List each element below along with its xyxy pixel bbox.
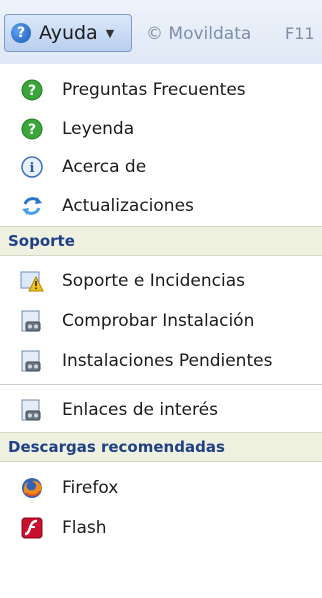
svg-text:?: ? bbox=[28, 83, 36, 99]
warning-icon bbox=[20, 271, 44, 292]
svg-text:i: i bbox=[30, 161, 35, 176]
menu-item-label: Acerca de bbox=[62, 157, 147, 177]
green-question-icon: ? bbox=[21, 118, 43, 140]
menu-item-faq[interactable]: ? Preguntas Frecuentes bbox=[0, 70, 322, 110]
menu-item-label: Actualizaciones bbox=[62, 196, 194, 216]
help-menu-label: Ayuda bbox=[39, 22, 98, 44]
section-header-downloads: Descargas recomendadas bbox=[0, 432, 322, 462]
menu-item-check-install[interactable]: Comprobar Instalación bbox=[0, 301, 322, 341]
menu-item-label: Preguntas Frecuentes bbox=[62, 80, 246, 100]
f11-shortcut: F11 bbox=[285, 24, 315, 43]
section-title: Soporte bbox=[8, 232, 75, 250]
svg-text:?: ? bbox=[28, 122, 36, 138]
chevron-down-icon: ▼ bbox=[105, 26, 115, 40]
menu-item-label: Enlaces de interés bbox=[62, 400, 218, 420]
menu-item-legend[interactable]: ? Leyenda bbox=[0, 109, 322, 149]
menu-separator bbox=[0, 384, 322, 385]
menu-item-updates[interactable]: Actualizaciones bbox=[0, 186, 322, 226]
menu-item-label: Leyenda bbox=[62, 119, 135, 139]
menu-item-label: Comprobar Instalación bbox=[62, 311, 255, 331]
menu-item-label: Firefox bbox=[62, 478, 119, 498]
green-question-icon: ? bbox=[21, 79, 43, 101]
section-header-support: Soporte bbox=[0, 226, 322, 256]
menu-item-label: Soporte e Incidencias bbox=[62, 271, 245, 291]
menu-item-links[interactable]: Enlaces de interés bbox=[0, 390, 322, 430]
info-icon: i bbox=[21, 156, 43, 178]
menu-item-label: Instalaciones Pendientes bbox=[62, 351, 273, 371]
section-title: Descargas recomendadas bbox=[8, 438, 225, 456]
menu-item-support-incidents[interactable]: Soporte e Incidencias bbox=[0, 261, 322, 301]
menu-item-pending-installs[interactable]: Instalaciones Pendientes bbox=[0, 341, 322, 381]
installer-icon bbox=[21, 350, 41, 372]
menu-item-label: Flash bbox=[62, 518, 107, 538]
installer-icon bbox=[21, 399, 41, 421]
refresh-icon bbox=[22, 197, 42, 215]
toolbar: ? Ayuda ▼ © Movildata F11 bbox=[0, 0, 322, 65]
flash-icon bbox=[21, 517, 43, 539]
installer-icon bbox=[21, 310, 41, 332]
firefox-icon bbox=[22, 478, 42, 498]
menu-item-about[interactable]: i Acerca de bbox=[0, 147, 322, 187]
help-menu-button[interactable]: ? Ayuda ▼ bbox=[4, 14, 132, 52]
help-dropdown-menu: ? Preguntas Frecuentes ? Leyenda i Acerc… bbox=[0, 64, 322, 598]
menu-item-firefox[interactable]: Firefox bbox=[0, 468, 322, 508]
copyright-link[interactable]: © Movildata bbox=[146, 24, 251, 44]
menu-item-flash[interactable]: Flash bbox=[0, 508, 322, 548]
help-question-icon: ? bbox=[11, 23, 31, 43]
